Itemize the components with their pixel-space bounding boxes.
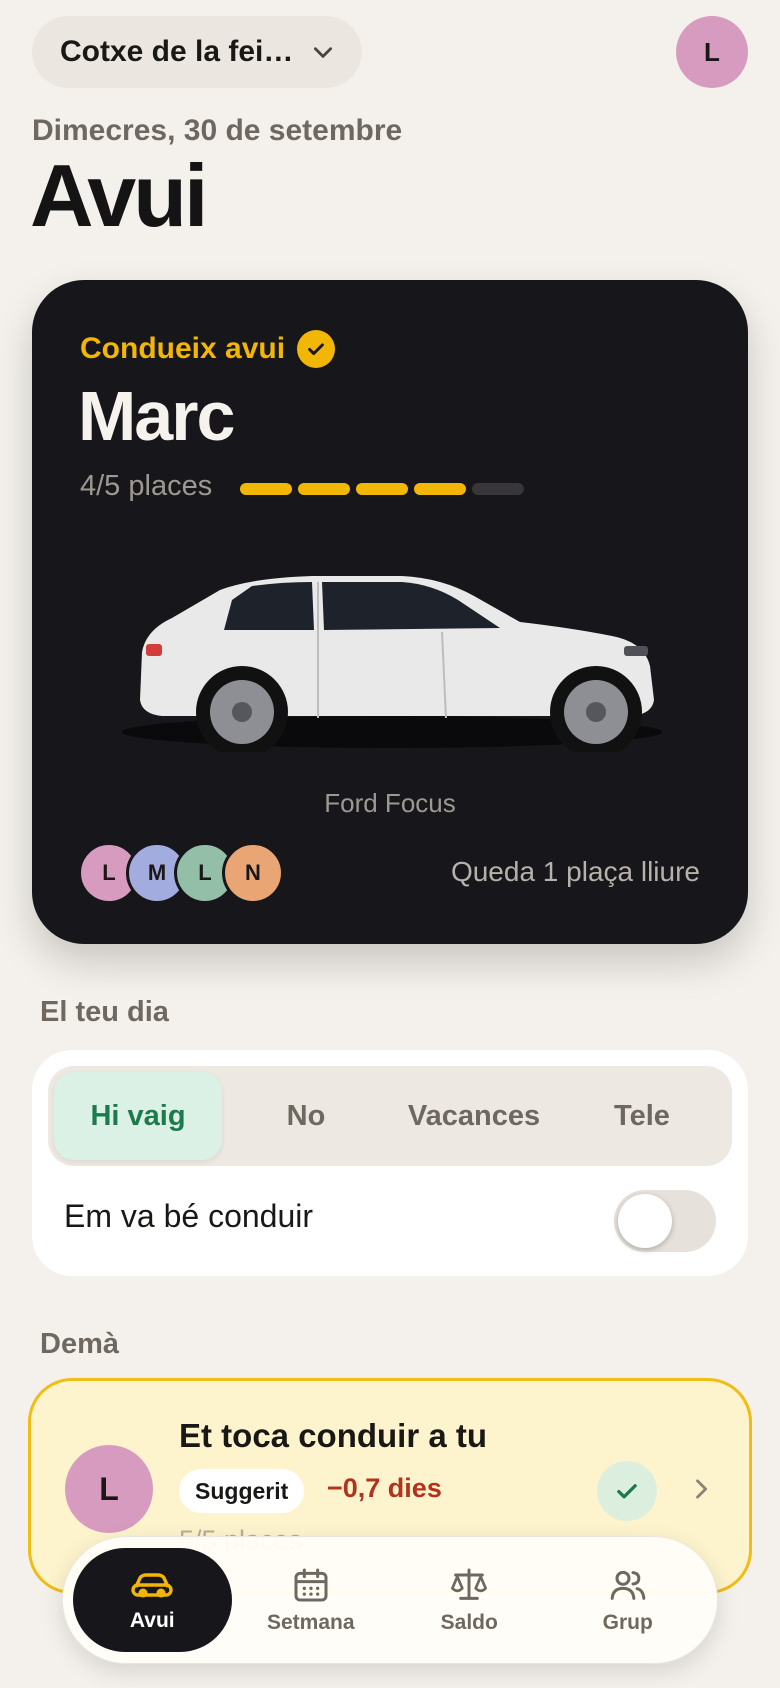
car-icon bbox=[130, 1567, 174, 1603]
tomorrow-title: Et toca conduir a tu bbox=[179, 1417, 488, 1454]
tab-setmana[interactable]: Setmana bbox=[232, 1548, 391, 1652]
confirm-button[interactable] bbox=[597, 1461, 657, 1521]
seat-occupancy-bar bbox=[240, 483, 524, 495]
chevron-down-icon bbox=[314, 47, 332, 58]
driver-name: Marc bbox=[78, 377, 235, 455]
drives-today-row: Condueix avui bbox=[80, 330, 336, 368]
tab-label: Avui bbox=[129, 1609, 175, 1632]
seat-segment bbox=[414, 483, 466, 495]
balance-value: −0,7 dies bbox=[327, 1473, 442, 1503]
attendance-option[interactable]: Hi vaig bbox=[54, 1072, 222, 1160]
your-day-section-label: El teu dia bbox=[40, 996, 169, 1028]
can-drive-label: Em va bé conduir bbox=[64, 1198, 314, 1234]
group-name: Cotxe de la fei… bbox=[60, 35, 294, 68]
seat-segment bbox=[298, 483, 350, 495]
tomorrow-driver-avatar: L bbox=[65, 1445, 153, 1533]
chevron-right-icon[interactable] bbox=[687, 1475, 715, 1503]
free-seats-text: Queda 1 plaça lliure bbox=[450, 856, 700, 887]
tab-label: Grup bbox=[602, 1611, 653, 1634]
seats-count: 4/5 places bbox=[80, 470, 213, 502]
attendance-option[interactable]: Tele bbox=[558, 1072, 726, 1160]
tab-label: Setmana bbox=[266, 1611, 355, 1634]
seat-segment bbox=[356, 483, 408, 495]
suggested-badge: Suggerit bbox=[179, 1469, 305, 1513]
users-icon bbox=[608, 1565, 648, 1605]
rider-avatar[interactable]: N bbox=[222, 842, 284, 904]
page-title: Avui bbox=[30, 146, 208, 245]
scale-icon bbox=[449, 1565, 489, 1605]
check-icon bbox=[617, 1484, 637, 1499]
seat-segment bbox=[472, 483, 524, 495]
tab-avui[interactable]: Avui bbox=[73, 1548, 232, 1652]
your-day-card: Hi vaig No Vacances Tele Em va bé conduir bbox=[32, 1050, 748, 1276]
tab-label: Saldo bbox=[440, 1611, 498, 1634]
calendar-icon bbox=[291, 1565, 331, 1605]
attendance-option[interactable]: No bbox=[222, 1072, 390, 1160]
tab-saldo[interactable]: Saldo bbox=[390, 1548, 549, 1652]
group-selector[interactable]: Cotxe de la fei… bbox=[32, 16, 362, 88]
rider-avatars[interactable]: LMLN bbox=[78, 842, 284, 904]
car-model: Ford Focus bbox=[324, 788, 456, 818]
current-date: Dimecres, 30 de setembre bbox=[32, 114, 403, 147]
seat-segment bbox=[240, 483, 292, 495]
attendance-option[interactable]: Vacances bbox=[390, 1072, 558, 1160]
toggle-knob bbox=[618, 1194, 672, 1248]
verified-check-icon bbox=[297, 330, 336, 368]
today-driver-card[interactable]: Condueix avui Marc 4/5 places Ford Focus… bbox=[32, 280, 748, 944]
user-avatar[interactable]: L bbox=[676, 16, 748, 88]
tab-grup[interactable]: Grup bbox=[549, 1548, 708, 1652]
drives-today-label: Condueix avui bbox=[80, 332, 286, 365]
car-image bbox=[122, 576, 662, 752]
attendance-segmented-control: Hi vaig No Vacances Tele bbox=[48, 1066, 732, 1166]
can-drive-toggle[interactable] bbox=[614, 1190, 716, 1252]
tomorrow-section-label: Demà bbox=[40, 1328, 119, 1360]
bottom-tab-bar: Avui Setmana Saldo Grup bbox=[62, 1536, 718, 1664]
